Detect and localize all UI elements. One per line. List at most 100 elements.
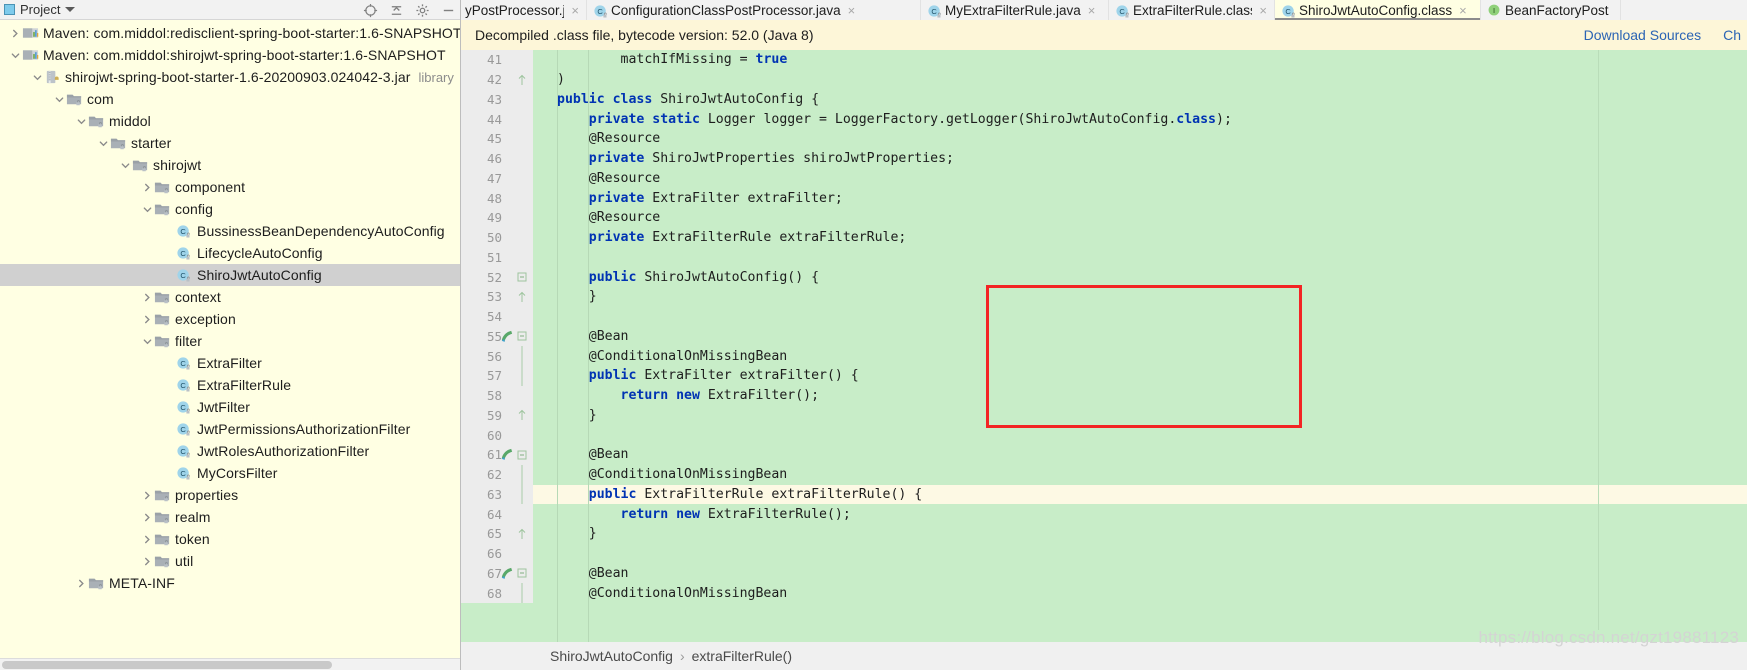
code-line-67[interactable]: 67 @Bean	[461, 563, 1747, 584]
editor-gutter[interactable]: 55	[461, 326, 533, 347]
chevron-right-icon[interactable]	[74, 572, 88, 594]
editor-gutter[interactable]: 43	[461, 89, 533, 110]
tree-item-meta-inf[interactable]: META-INF	[0, 572, 460, 594]
code-line-65[interactable]: 65 }	[461, 524, 1747, 544]
code-line-58[interactable]: 58 return new ExtraFilter();	[461, 385, 1747, 406]
editor-tab-shirojwtautoconfig-class[interactable]: C ShiroJwtAutoConfig.class ×	[1275, 0, 1481, 20]
tree-item-middol[interactable]: middol	[0, 110, 460, 132]
tree-item-config[interactable]: config	[0, 198, 460, 220]
code-fold-marker[interactable]	[516, 524, 528, 544]
code-fold-marker[interactable]	[516, 445, 528, 465]
editor-gutter[interactable]: 56	[461, 346, 533, 367]
code-line-55[interactable]: 55 @Bean	[461, 326, 1747, 347]
editor-gutter[interactable]: 52	[461, 267, 533, 287]
tree-item-realm[interactable]: realm	[0, 506, 460, 528]
close-icon[interactable]: ×	[1088, 3, 1096, 18]
code-fold-marker[interactable]	[516, 583, 528, 604]
editor-gutter[interactable]: 44	[461, 109, 533, 129]
tree-item-shirojwt[interactable]: shirojwt	[0, 154, 460, 176]
chevron-down-icon[interactable]	[118, 154, 132, 176]
editor-gutter[interactable]: 48	[461, 188, 533, 208]
breadcrumb-class[interactable]: ShiroJwtAutoConfig	[550, 648, 673, 664]
collapse-all-icon[interactable]	[389, 3, 404, 18]
code-line-41[interactable]: 41 matchIfMissing = true	[461, 50, 1747, 70]
editor-gutter[interactable]: 42	[461, 69, 533, 90]
tree-item-util[interactable]: util	[0, 550, 460, 572]
tree-item-starter[interactable]: starter	[0, 132, 460, 154]
code-line-52[interactable]: 52 public ShiroJwtAutoConfig() {	[461, 267, 1747, 287]
tree-item-com[interactable]: com	[0, 88, 460, 110]
breadcrumb-method[interactable]: extraFilterRule()	[692, 648, 792, 664]
editor-gutter[interactable]: 61	[461, 445, 533, 465]
editor-gutter[interactable]: 53	[461, 287, 533, 307]
banner-action-links[interactable]: Download Sources Ch	[1584, 20, 1747, 50]
code-line-50[interactable]: 50 private ExtraFilterRule extraFilterRu…	[461, 227, 1747, 248]
editor-gutter[interactable]: 66	[461, 543, 533, 564]
code-line-53[interactable]: 53 }	[461, 287, 1747, 307]
editor-gutter[interactable]: 51	[461, 247, 533, 268]
code-line-56[interactable]: 56 @ConditionalOnMissingBean	[461, 346, 1747, 367]
project-horizontal-scrollbar[interactable]	[0, 658, 460, 670]
chevron-right-icon[interactable]	[140, 308, 154, 330]
tree-item-shirojwt-spring-boot-starter-1-6-20200903-024042-3-jar[interactable]: shirojwt-spring-boot-starter-1.6-2020090…	[0, 66, 460, 88]
editor-gutter[interactable]: 57	[461, 365, 533, 386]
code-editor[interactable]: 41 matchIfMissing = true 42) 43 public clas…	[461, 50, 1747, 642]
code-fold-marker[interactable]	[516, 327, 528, 347]
code-line-49[interactable]: 49 @Resource	[461, 208, 1747, 228]
editor-gutter[interactable]: 58	[461, 385, 533, 406]
download-sources-link[interactable]: Download Sources	[1584, 27, 1702, 43]
chevron-right-icon[interactable]	[8, 22, 22, 44]
tree-item-exception[interactable]: exception	[0, 308, 460, 330]
editor-gutter[interactable]: 64	[461, 504, 533, 524]
editor-gutter[interactable]: 46	[461, 148, 533, 169]
editor-gutter[interactable]: 50	[461, 227, 533, 248]
override-method-icon[interactable]	[499, 447, 514, 462]
code-line-48[interactable]: 48 private ExtraFilter extraFilter;	[461, 188, 1747, 208]
code-line-54[interactable]: 54	[461, 306, 1747, 327]
chevron-right-icon[interactable]	[140, 286, 154, 308]
chevron-right-icon[interactable]	[140, 550, 154, 572]
code-line-59[interactable]: 59 }	[461, 405, 1747, 426]
tree-item-bussinessbeandependencyautoconfig[interactable]: C BussinessBeanDependencyAutoConfig	[0, 220, 460, 242]
editor-gutter[interactable]: 59	[461, 405, 533, 426]
code-fold-marker[interactable]	[516, 267, 528, 287]
tree-item-token[interactable]: token	[0, 528, 460, 550]
editor-gutter[interactable]: 67	[461, 563, 533, 584]
code-fold-marker[interactable]	[516, 365, 528, 386]
tree-item-jwtfilter[interactable]: C JwtFilter	[0, 396, 460, 418]
editor-tab-configurationclasspostprocessor-java[interactable]: C ConfigurationClassPostProcessor.java ×	[587, 0, 921, 20]
close-icon[interactable]: ×	[1459, 3, 1467, 18]
code-fold-marker[interactable]	[516, 564, 528, 584]
code-line-60[interactable]: 60	[461, 425, 1747, 445]
chevron-down-icon[interactable]	[8, 44, 22, 66]
editor-gutter[interactable]: 49	[461, 208, 533, 228]
close-icon[interactable]: ×	[848, 3, 856, 18]
locate-icon[interactable]	[363, 3, 378, 18]
editor-gutter[interactable]: 41	[461, 50, 533, 70]
chevron-right-icon[interactable]	[140, 528, 154, 550]
chevron-right-icon[interactable]	[140, 506, 154, 528]
code-line-63[interactable]: 63 public ExtraFilterRule extraFilterRul…	[461, 484, 1747, 505]
tree-item-jwtpermissionsauthorizationfilter[interactable]: C JwtPermissionsAuthorizationFilter	[0, 418, 460, 440]
tree-item-mycorsfilter[interactable]: C MyCorsFilter	[0, 462, 460, 484]
editor-gutter[interactable]: 65	[461, 524, 533, 544]
chevron-down-icon[interactable]	[65, 7, 76, 12]
tree-item-lifecycleautoconfig[interactable]: C LifecycleAutoConfig	[0, 242, 460, 264]
code-line-66[interactable]: 66	[461, 543, 1747, 564]
code-fold-marker[interactable]	[516, 406, 528, 426]
tree-item-jwtrolesauthorizationfilter[interactable]: C JwtRolesAuthorizationFilter	[0, 440, 460, 462]
code-line-51[interactable]: 51	[461, 247, 1747, 268]
code-fold-marker[interactable]	[516, 346, 528, 367]
editor-tab-myextrafilterrule-java[interactable]: C MyExtraFilterRule.java ×	[921, 0, 1109, 20]
close-icon[interactable]: ×	[1259, 3, 1267, 18]
code-line-42[interactable]: 42)	[461, 69, 1747, 90]
code-fold-marker[interactable]	[516, 484, 528, 505]
chevron-down-icon[interactable]	[96, 132, 110, 154]
code-line-57[interactable]: 57 public ExtraFilter extraFilter() {	[461, 365, 1747, 386]
chevron-down-icon[interactable]	[74, 110, 88, 132]
chevron-down-icon[interactable]	[140, 330, 154, 352]
settings-gear-icon[interactable]	[415, 3, 430, 18]
tree-item-extrafilterrule[interactable]: C ExtraFilterRule	[0, 374, 460, 396]
chevron-right-icon[interactable]	[140, 176, 154, 198]
editor-gutter[interactable]: 47	[461, 168, 533, 189]
